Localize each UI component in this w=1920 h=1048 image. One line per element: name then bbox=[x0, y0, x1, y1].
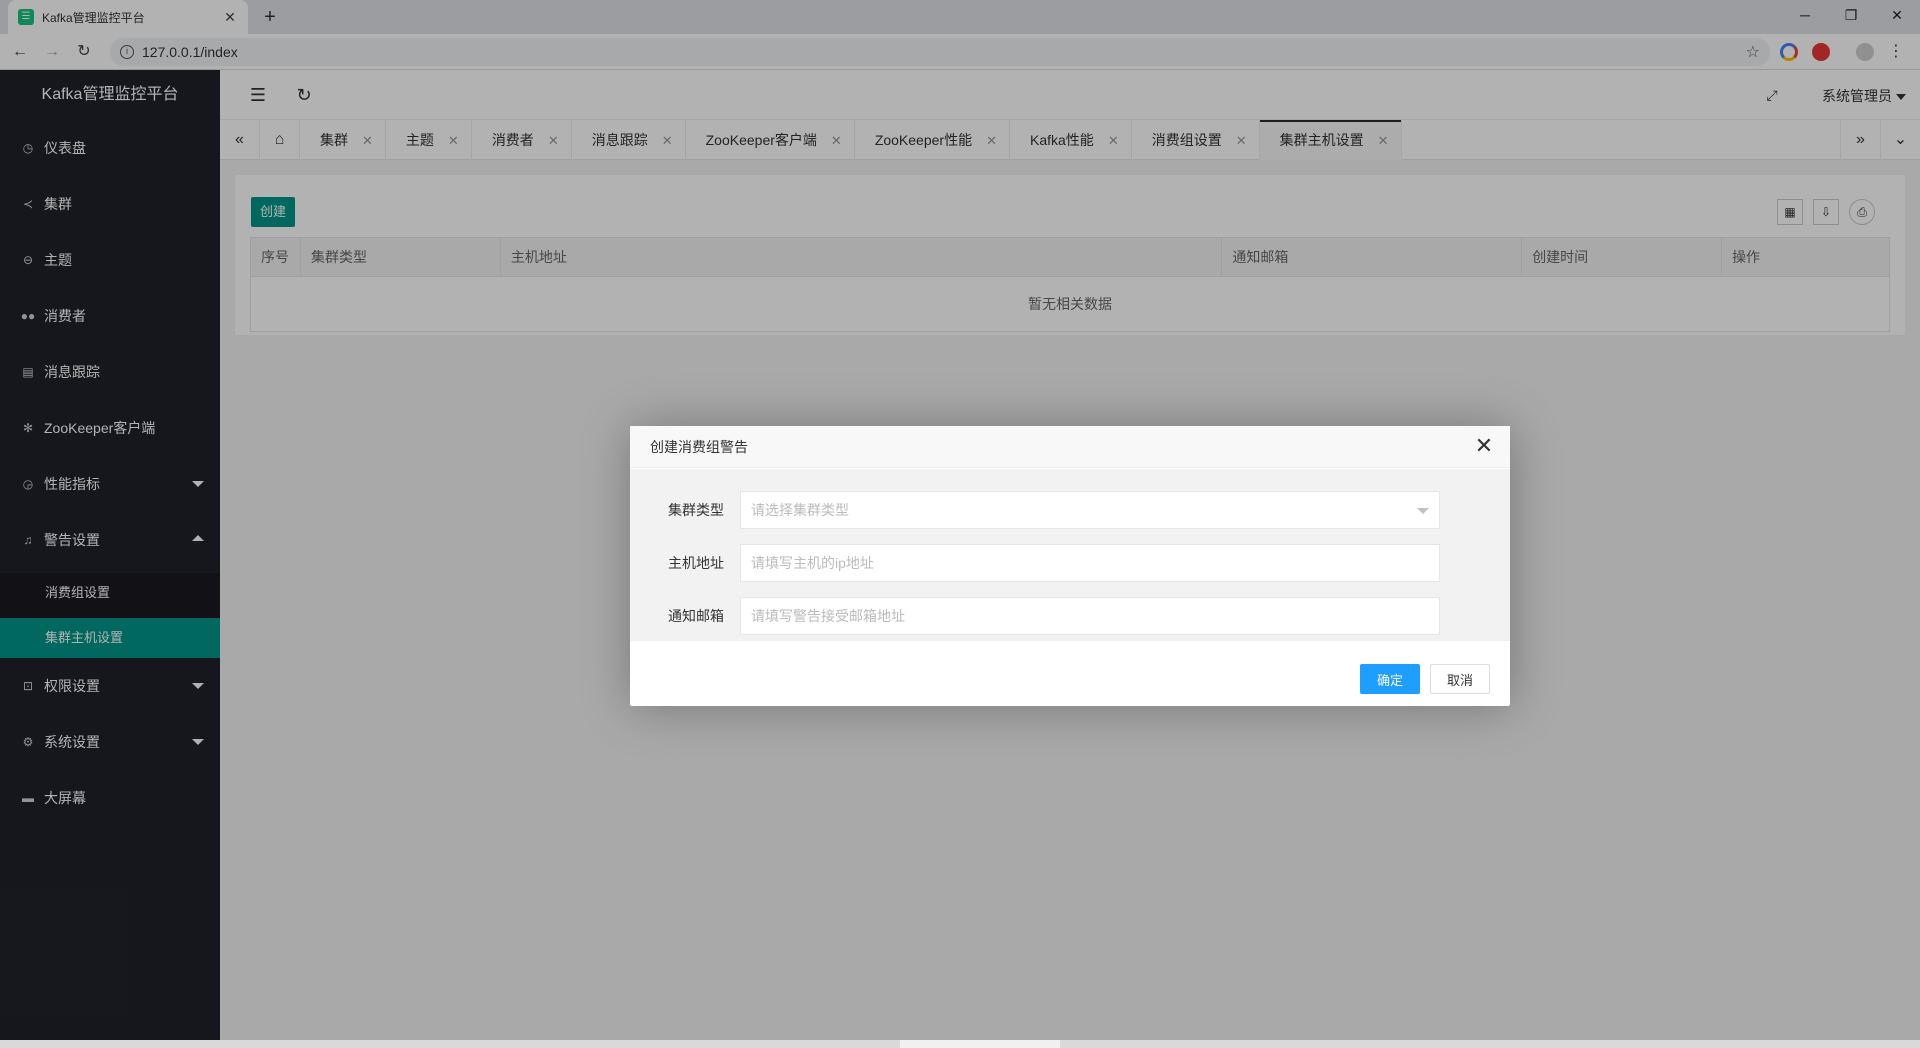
email-input[interactable] bbox=[740, 597, 1440, 635]
dialog-footer: 确定 取消 bbox=[1360, 664, 1490, 694]
cluster-type-placeholder: 请选择集群类型 bbox=[751, 502, 849, 518]
host-label: 主机地址 bbox=[668, 555, 724, 571]
confirm-button[interactable]: 确定 bbox=[1360, 664, 1420, 694]
form-row-host: 主机地址 bbox=[630, 544, 1510, 582]
cluster-type-select[interactable]: 请选择集群类型 bbox=[740, 491, 1440, 529]
dialog-title: 创建消费组警告 bbox=[630, 426, 1510, 468]
close-icon[interactable]: ✕ bbox=[1472, 434, 1496, 458]
cancel-button[interactable]: 取消 bbox=[1430, 664, 1490, 694]
caret-down-icon bbox=[1417, 508, 1429, 514]
dialog-body: 集群类型 请选择集群类型 主机地址 通知邮箱 bbox=[630, 469, 1510, 641]
form-row-cluster-type: 集群类型 请选择集群类型 bbox=[630, 491, 1510, 529]
form-row-email: 通知邮箱 bbox=[630, 597, 1510, 635]
create-alert-dialog: 创建消费组警告 ✕ 集群类型 请选择集群类型 主机地址 通知邮箱 确定 取消 bbox=[630, 426, 1510, 706]
cluster-type-label: 集群类型 bbox=[668, 502, 724, 518]
email-label: 通知邮箱 bbox=[668, 608, 724, 624]
host-input[interactable] bbox=[740, 544, 1440, 582]
scrollbar-thumb[interactable] bbox=[900, 1040, 1060, 1048]
